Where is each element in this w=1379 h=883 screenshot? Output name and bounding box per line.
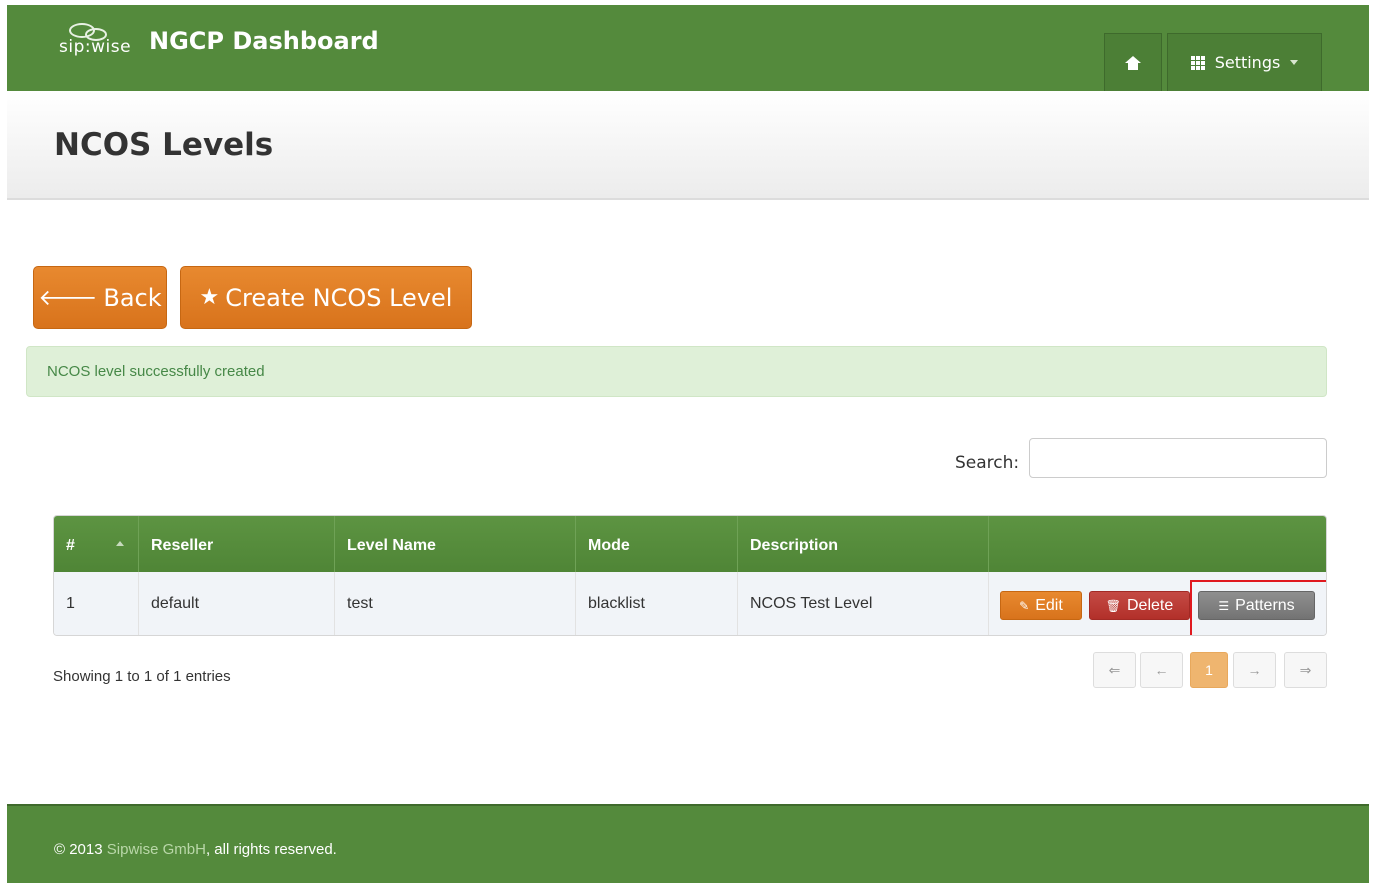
sipwise-link[interactable]: Sipwise GmbH: [107, 841, 206, 858]
caret-down-icon: [1290, 60, 1299, 65]
home-button[interactable]: [1104, 33, 1162, 91]
cell-reseller: default: [139, 572, 335, 635]
cell-description: NCOS Test Level: [738, 572, 989, 635]
brand-title: NGCP Dashboard: [149, 27, 379, 55]
sipwise-logo: sip:wise: [57, 23, 147, 59]
back-button[interactable]: 🡐 Back: [33, 266, 167, 329]
page-next-button[interactable]: →: [1233, 652, 1276, 688]
page-title: NCOS Levels: [54, 127, 274, 163]
grid-icon: [1190, 55, 1205, 70]
column-header-reseller[interactable]: Reseller: [139, 516, 335, 572]
page-prev-button[interactable]: ←: [1140, 652, 1183, 688]
trash-icon: 🗑: [1105, 598, 1121, 613]
home-icon: [1125, 55, 1141, 70]
ncos-levels-table: # Reseller Level Name Mode Description 1…: [53, 515, 1327, 636]
create-label: Create NCOS Level: [225, 283, 453, 312]
edit-button[interactable]: ✎ Edit: [1000, 591, 1082, 620]
table-info: Showing 1 to 1 of 1 entries: [53, 668, 231, 685]
footer-text: © 2013 Sipwise GmbH, all rights reserved…: [54, 841, 337, 858]
success-alert: NCOS level successfully created: [26, 346, 1327, 397]
cell-id: 1: [54, 572, 139, 635]
edit-icon: ✎: [1019, 598, 1030, 613]
page-first-button[interactable]: ⇐: [1093, 652, 1136, 688]
settings-label: Settings: [1214, 53, 1281, 72]
column-header-description[interactable]: Description: [738, 516, 989, 572]
column-header-actions: [989, 516, 1326, 572]
footer: © 2013 Sipwise GmbH, all rights reserved…: [7, 804, 1369, 883]
column-header-id[interactable]: #: [54, 516, 139, 572]
page-current-button[interactable]: 1: [1190, 652, 1228, 688]
cell-level-name: test: [335, 572, 576, 635]
column-header-mode[interactable]: Mode: [576, 516, 738, 572]
cell-mode: blacklist: [576, 572, 738, 635]
table-header: # Reseller Level Name Mode Description: [54, 516, 1326, 572]
search-input[interactable]: [1029, 438, 1327, 478]
patterns-highlight-box: [1190, 580, 1326, 635]
alert-message: NCOS level successfully created: [47, 363, 265, 380]
sort-asc-icon: [116, 541, 124, 546]
delete-button[interactable]: 🗑 Delete: [1089, 591, 1190, 620]
page-header: NCOS Levels: [7, 91, 1369, 200]
logo-text: sip:wise: [59, 37, 132, 57]
star-icon: ★: [199, 285, 220, 310]
settings-dropdown[interactable]: Settings: [1167, 33, 1322, 91]
brand[interactable]: sip:wise NGCP Dashboard: [57, 19, 379, 59]
page-last-button[interactable]: ⇒: [1284, 652, 1327, 688]
back-label: Back: [103, 283, 162, 312]
column-header-level-name[interactable]: Level Name: [335, 516, 576, 572]
arrow-left-icon: 🡐: [38, 285, 98, 311]
top-navbar: sip:wise NGCP Dashboard Settings: [7, 5, 1369, 91]
create-ncos-level-button[interactable]: ★ Create NCOS Level: [180, 266, 472, 329]
search-label: Search:: [955, 453, 1020, 473]
